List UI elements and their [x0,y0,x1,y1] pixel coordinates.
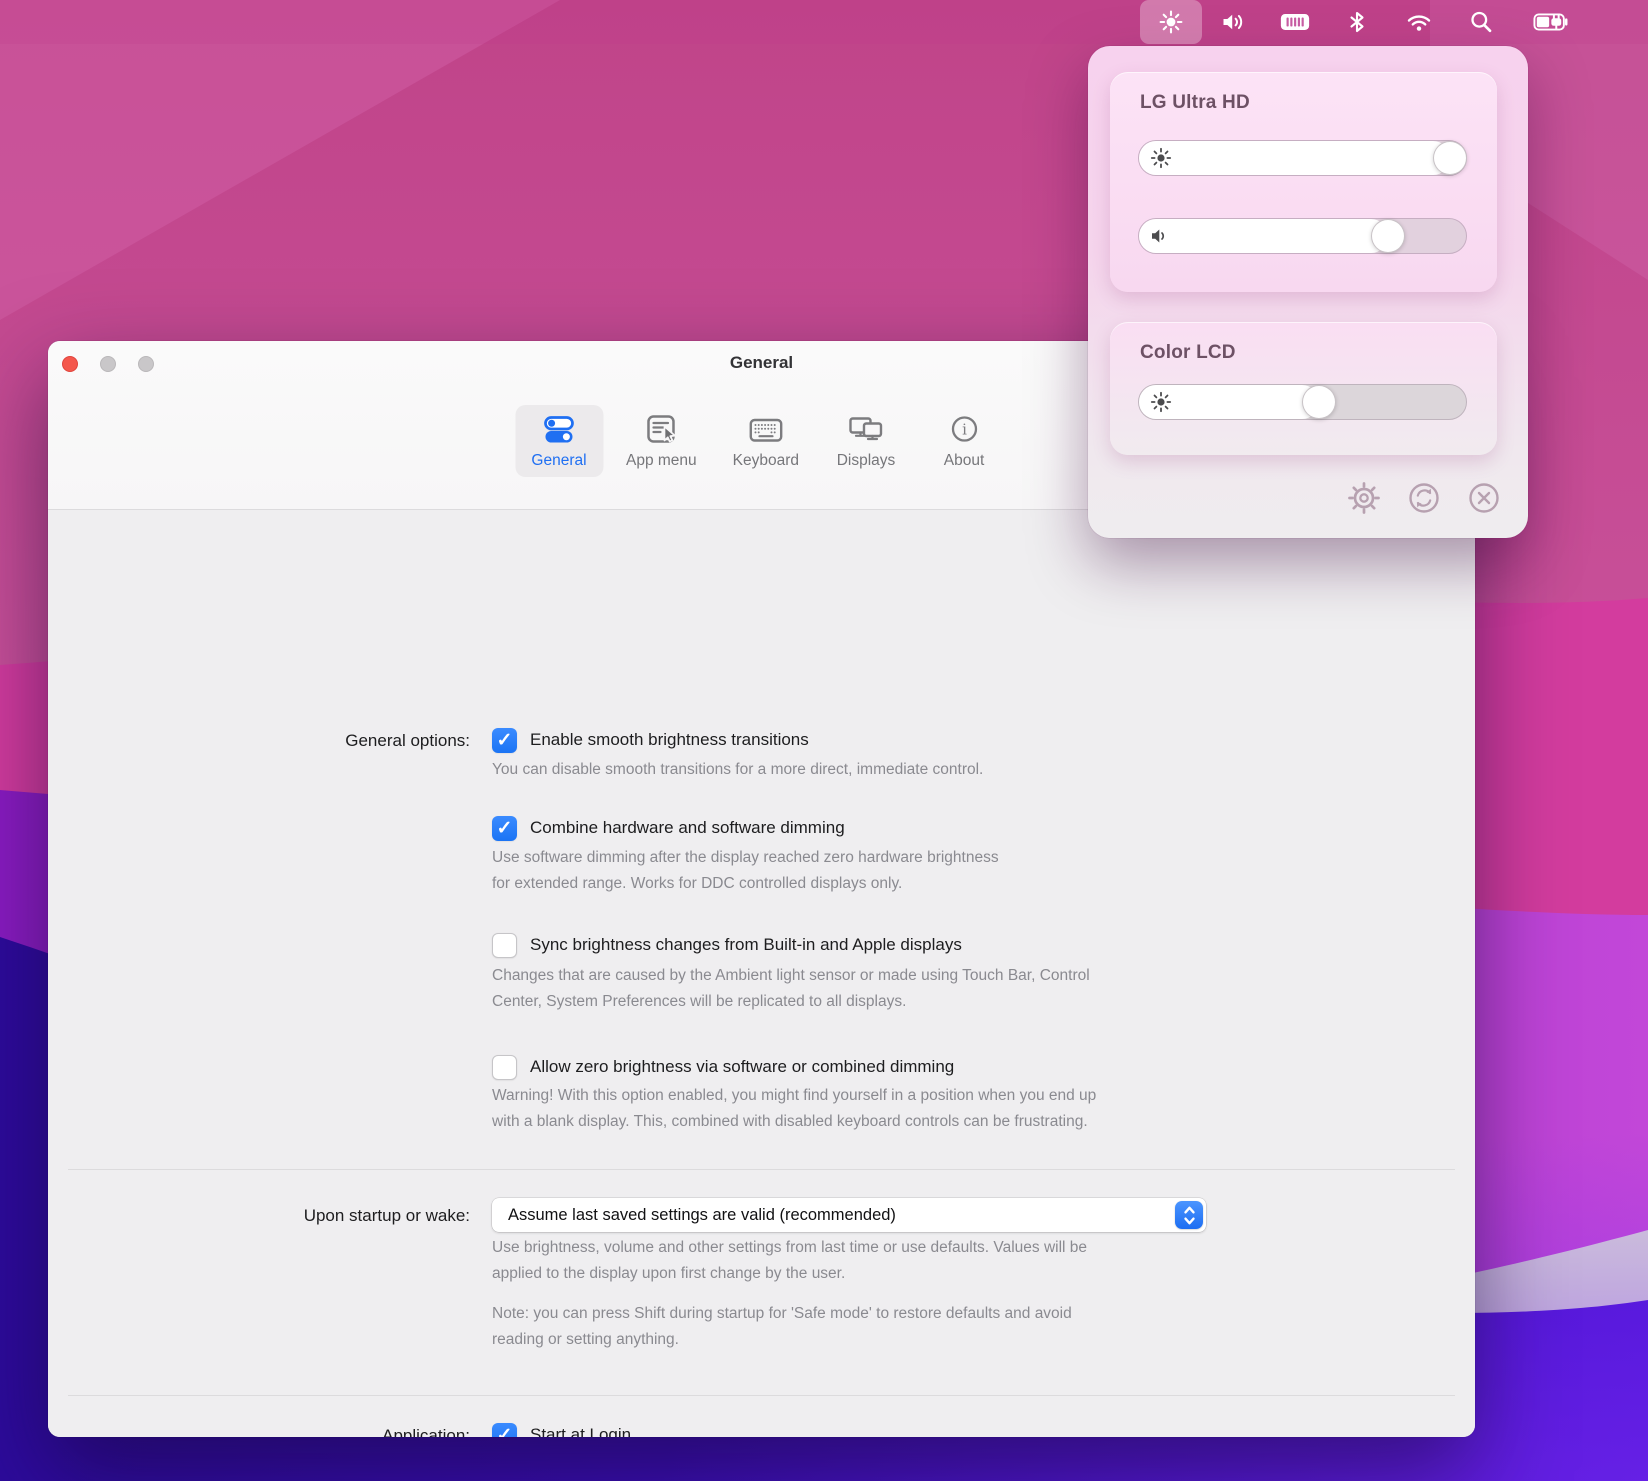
volume-slider[interactable] [1138,218,1467,254]
checkbox-smooth-transitions[interactable] [492,728,517,753]
settings-gear-icon[interactable] [1347,481,1381,515]
settings-content: General options: Enable smooth brightnes… [48,510,1475,1437]
display-control-popover: LG Ultra HD [1088,46,1528,538]
checkbox-zero-brightness[interactable] [492,1055,517,1080]
checkbox-row: Allow zero brightness via software or co… [492,1054,954,1080]
tab-label: General [531,452,586,470]
slider-knob[interactable] [1302,385,1336,419]
brightness-icon [1150,391,1172,413]
dropdown-value: Assume last saved settings are valid (re… [508,1206,896,1225]
volume-icon [1150,226,1170,246]
section-divider [68,1395,1455,1396]
checkbox-combine-dimming[interactable] [492,816,517,841]
menubar-bluetooth-item[interactable] [1326,0,1388,44]
caption-line: Note: you can press Shift during startup… [492,1301,1072,1327]
checkbox-row: Sync brightness changes from Built-in an… [492,932,962,958]
tab-keyboard[interactable]: Keyboard [720,405,812,477]
menubar-search-item[interactable] [1450,0,1512,44]
menubar-volume-item[interactable] [1202,0,1264,44]
popover-footer [1347,481,1501,515]
menu-bar [0,0,1648,44]
keyboard-icon [747,411,784,449]
brightness-icon [1150,147,1172,169]
close-icon[interactable] [1467,481,1501,515]
info-icon: i [946,411,982,449]
checkbox-row: Combine hardware and software dimming [492,815,845,841]
menubar-wifi-item[interactable] [1388,0,1450,44]
battery-charging-icon [1533,10,1571,34]
slider-knob[interactable] [1433,141,1467,175]
caption-line: for extended range. Works for DDC contro… [492,871,999,897]
checkbox-sync-brightness[interactable] [492,933,517,958]
caption-line: You can disable smooth transitions for a… [492,757,983,783]
caption-line: Changes that are caused by the Ambient l… [492,963,1090,989]
display-card-lg-ultra-hd: LG Ultra HD [1110,72,1497,292]
section-divider [68,1169,1455,1170]
displays-icon [847,411,885,449]
tab-label: About [944,452,985,470]
caption-line: reading or setting anything. [492,1327,1072,1353]
search-icon [1469,10,1493,34]
tab-label: Keyboard [733,452,799,470]
display-card-color-lcd: Color LCD [1110,322,1497,455]
brightness-slider[interactable] [1138,140,1467,176]
section-label: Upon startup or wake: [48,1206,470,1226]
caption-line: applied to the display upon first change… [492,1261,1087,1287]
checkbox-row: Start at Login [492,1422,631,1437]
dropdown-stepper-icon [1175,1201,1203,1229]
volume-icon [1221,10,1246,34]
keyboard-brightness-icon [1279,10,1311,34]
checkbox-row: Enable smooth brightness transitions [492,727,809,753]
menubar-keyboard-brightness-item[interactable] [1264,0,1326,44]
checkbox-start-at-login[interactable] [492,1423,517,1438]
tab-about[interactable]: i About [920,405,1008,477]
caption-line: Use brightness, volume and other setting… [492,1235,1087,1261]
display-name: Color LCD [1140,342,1236,364]
checkbox-label: Sync brightness changes from Built-in an… [530,935,962,955]
brightness-icon [1158,9,1184,35]
tab-general[interactable]: General [515,405,603,477]
tab-app-menu[interactable]: App menu [613,405,710,477]
section-label: General options: [48,731,470,751]
caption-line: with a blank display. This, combined wit… [492,1109,1096,1135]
slider-knob[interactable] [1371,219,1405,253]
refresh-icon[interactable] [1407,481,1441,515]
wifi-icon [1406,10,1432,34]
svg-text:i: i [962,421,967,439]
caption-line: Warning! With this option enabled, you m… [492,1083,1096,1109]
tab-label: App menu [626,452,697,470]
startup-behavior-dropdown[interactable]: Assume last saved settings are valid (re… [492,1198,1206,1232]
tab-label: Displays [837,452,896,470]
toolbar-tabs: General App menu [515,405,1008,477]
brightness-slider[interactable] [1138,384,1467,420]
checkbox-label: Allow zero brightness via software or co… [530,1057,954,1077]
menubar-brightness-item[interactable] [1140,0,1202,44]
tab-displays[interactable]: Displays [822,405,910,477]
checkbox-label: Combine hardware and software dimming [530,818,845,838]
caption-line: Use software dimming after the display r… [492,845,999,871]
section-label: Application: [48,1426,470,1437]
caption-line: Center, System Preferences will be repli… [492,989,1090,1015]
bluetooth-icon [1345,10,1369,34]
menubar-battery-item[interactable] [1512,0,1592,44]
display-name: LG Ultra HD [1140,92,1250,114]
app-menu-icon [643,411,679,449]
checkbox-label: Start at Login [530,1425,631,1437]
toggles-icon [540,411,577,449]
checkbox-label: Enable smooth brightness transitions [530,730,809,750]
